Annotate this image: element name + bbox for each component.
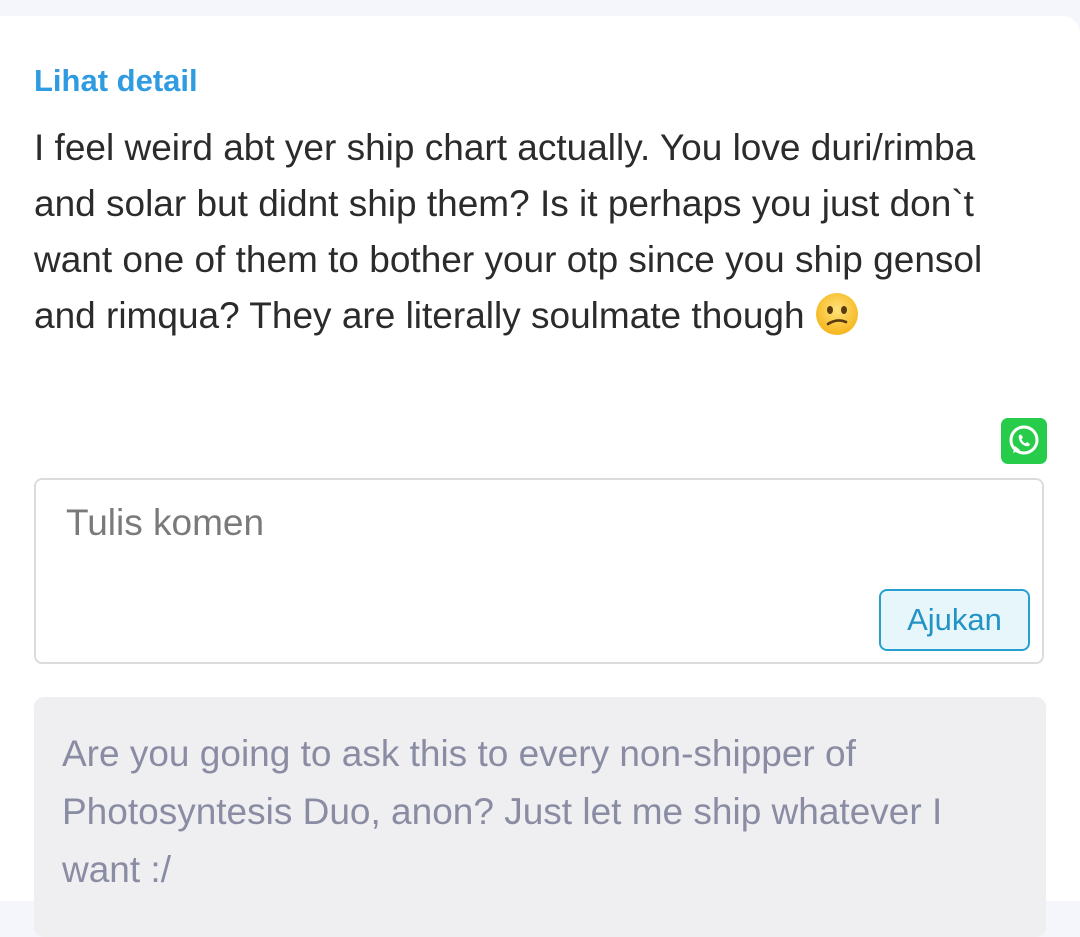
comment-input[interactable] bbox=[56, 494, 876, 594]
whatsapp-icon bbox=[1009, 425, 1039, 455]
answer-box: Are you going to ask this to every non-s… bbox=[34, 697, 1046, 937]
comment-box: Ajukan bbox=[34, 478, 1044, 664]
question-card: Lihat detail I feel weird abt yer ship c… bbox=[0, 16, 1080, 937]
whatsapp-share-button[interactable] bbox=[1001, 418, 1047, 464]
confused-face-icon bbox=[815, 292, 859, 336]
submit-comment-button[interactable]: Ajukan bbox=[879, 589, 1030, 651]
question-text-block: I feel weird abt yer ship chart actually… bbox=[34, 120, 1044, 344]
answer-text: Are you going to ask this to every non-s… bbox=[62, 733, 943, 890]
detail-link[interactable]: Lihat detail bbox=[34, 61, 198, 101]
